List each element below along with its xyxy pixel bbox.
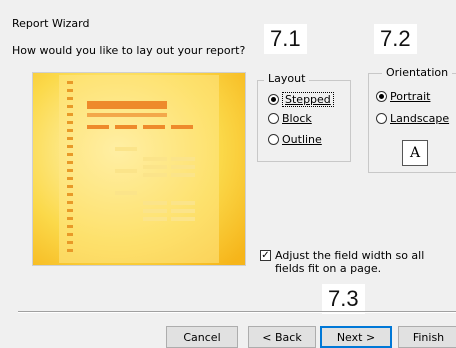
radio-label-portrait: Portrait <box>390 90 431 103</box>
radio-label-landscape: Landscape <box>390 112 450 125</box>
radio-label-block: Block <box>282 112 312 125</box>
radio-block[interactable]: Block <box>268 112 312 125</box>
radio-portrait[interactable]: Portrait <box>376 90 430 103</box>
adjust-width-label: Adjust the field width so all fields fit… <box>275 249 425 275</box>
layout-group-label: Layout <box>264 72 310 85</box>
footer-divider <box>18 311 456 313</box>
window-title: Report Wizard <box>12 17 90 30</box>
radio-indicator <box>268 134 279 145</box>
callout-7-1: 7.1 <box>264 24 307 54</box>
adjust-width-checkbox[interactable]: ✓ <box>260 250 271 261</box>
radio-stepped[interactable]: Stepped <box>268 92 334 107</box>
portrait-page-icon: A <box>402 140 428 166</box>
radio-indicator <box>376 113 387 124</box>
radio-indicator <box>376 91 387 102</box>
radio-indicator <box>268 113 279 124</box>
callout-7-3: 7.3 <box>322 284 365 314</box>
layout-preview-image <box>32 72 246 266</box>
orientation-group-label: Orientation <box>382 66 453 79</box>
layout-question: How would you like to lay out your repor… <box>12 44 246 57</box>
callout-7-2: 7.2 <box>374 24 417 54</box>
radio-label-stepped: Stepped <box>282 92 334 107</box>
radio-outline[interactable]: Outline <box>268 133 322 146</box>
radio-landscape[interactable]: Landscape <box>376 112 449 125</box>
radio-indicator <box>268 94 279 105</box>
radio-label-outline: Outline <box>282 133 322 146</box>
